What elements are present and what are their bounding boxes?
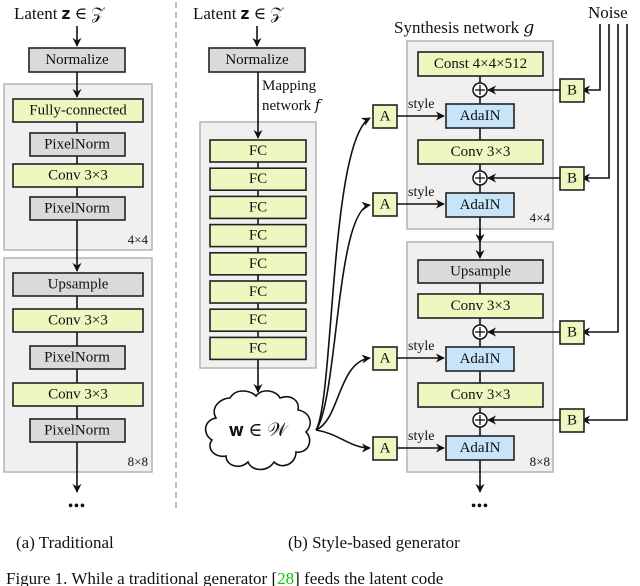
a-label: A	[380, 197, 391, 213]
fc-layer-label: FC	[249, 312, 267, 328]
noise-label: Noise	[588, 3, 628, 22]
stylegan-architecture-diagram: Latent 𝐳 ∈ 𝒵 Normalize Fully-connected P…	[3, 2, 628, 586]
adain-label: AdaIN	[460, 197, 501, 213]
b-label: B	[567, 171, 577, 187]
noise-add-node	[472, 170, 488, 186]
noise-add-node	[472, 412, 488, 428]
fc-layer-label: FC	[249, 228, 267, 244]
adain-label: AdaIN	[460, 440, 501, 456]
resolution-label: 4×4	[530, 210, 551, 225]
layer-label: PixelNorm	[44, 423, 110, 439]
layer-label: PixelNorm	[44, 350, 110, 366]
b-label: B	[567, 325, 577, 341]
layer-label: PixelNorm	[44, 201, 110, 217]
resolution-label: 4×4	[128, 232, 149, 247]
caption-prefix: Figure 1. While a traditional generator …	[6, 569, 277, 586]
fc-layer-label: FC	[249, 284, 267, 300]
a-label: A	[380, 351, 391, 367]
b-label: B	[567, 413, 577, 429]
citation-link[interactable]: 28	[277, 569, 294, 586]
conv-label: Conv 3×3	[451, 298, 511, 314]
caption-suffix: ] feeds the latent code	[294, 569, 443, 586]
adain-label: AdaIN	[460, 351, 501, 367]
fc-layer-label: FC	[249, 340, 267, 356]
b-label: B	[567, 83, 577, 99]
synthesis-network-title: Synthesis network 𝑔	[394, 18, 534, 37]
caption-traditional: (a) Traditional	[16, 533, 114, 552]
style-based-generator: Latent 𝐳 ∈ 𝒵 Normalize Mapping network 𝑓…	[193, 3, 628, 552]
layer-label: Conv 3×3	[48, 387, 108, 403]
fc-layer-label: FC	[249, 171, 267, 187]
fc-layer-label: FC	[249, 199, 267, 215]
conv-label: Conv 3×3	[451, 144, 511, 160]
normalize-label: Normalize	[45, 52, 109, 68]
style-label: style	[408, 97, 434, 112]
continuation-dots: •••	[68, 499, 86, 514]
mapping-network-label: Mapping	[262, 78, 317, 94]
noise-add-node	[472, 82, 488, 98]
style-input-label: Latent 𝐳 ∈ 𝒵	[193, 4, 284, 23]
resolution-label: 8×8	[530, 454, 550, 469]
style-label: style	[408, 429, 434, 444]
noise-wire	[581, 24, 610, 183]
noise-wire	[581, 24, 628, 425]
mapping-network-label: network 𝑓	[262, 98, 323, 114]
a-label: A	[380, 441, 391, 457]
layer-label: Conv 3×3	[48, 168, 108, 184]
upsample-label: Upsample	[450, 264, 511, 280]
resolution-label: 8×8	[128, 454, 148, 469]
layer-label: Conv 3×3	[48, 313, 108, 329]
noise-add-node	[472, 324, 488, 340]
w-latent-label: 𝐰 ∈ 𝒲	[229, 420, 289, 441]
layer-label: Upsample	[48, 277, 109, 293]
fc-layer-label: FC	[249, 256, 267, 272]
normalize-label: Normalize	[225, 52, 289, 68]
style-connection	[315, 429, 371, 453]
a-label: A	[380, 109, 391, 125]
conv-label: Conv 3×3	[451, 387, 511, 403]
layer-label: Fully-connected	[29, 103, 127, 119]
const-label: Const 4×4×512	[434, 56, 527, 72]
caption-style-based: (b) Style-based generator	[288, 533, 460, 552]
fc-layer-label: FC	[249, 143, 267, 159]
traditional-generator: Latent 𝐳 ∈ 𝒵 Normalize Fully-connected P…	[3, 4, 153, 552]
traditional-input-label: Latent 𝐳 ∈ 𝒵	[14, 4, 105, 23]
style-label: style	[408, 339, 434, 354]
layer-label: PixelNorm	[44, 137, 110, 153]
continuation-dots: •••	[471, 499, 489, 514]
adain-label: AdaIN	[460, 108, 501, 124]
style-label: style	[408, 185, 434, 200]
figure-caption: Figure 1. While a traditional generator …	[6, 569, 443, 586]
